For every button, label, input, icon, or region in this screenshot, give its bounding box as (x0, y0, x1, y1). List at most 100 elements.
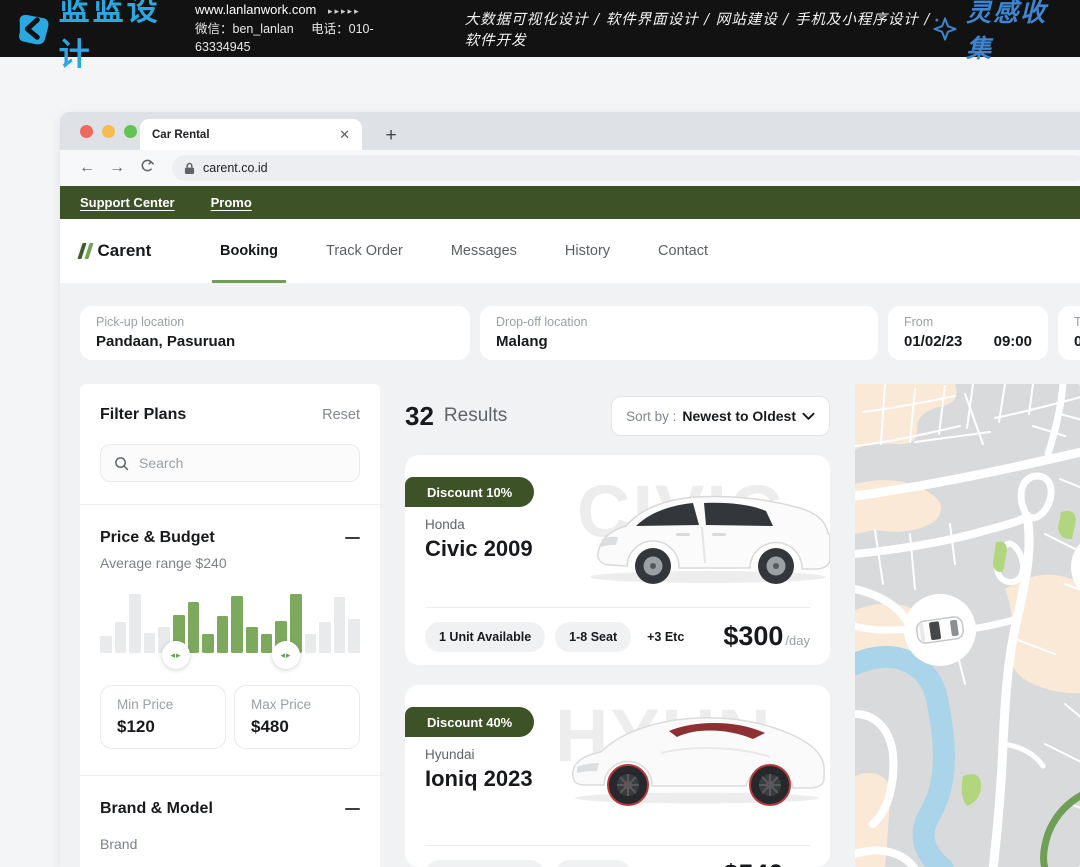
histogram-bar (217, 616, 229, 653)
forward-icon[interactable]: → (104, 159, 130, 177)
histogram-bar (261, 634, 273, 653)
to-date-field[interactable]: T 0 (1058, 306, 1080, 360)
car-card-ioniq[interactable]: HYUN (405, 685, 830, 867)
carent-logo-icon (80, 243, 91, 259)
min-price-field[interactable]: Min Price $120 (100, 685, 226, 749)
url-bar[interactable]: carent.co.id (172, 155, 1080, 181)
results-count: 32 (405, 401, 434, 432)
histogram-bar (129, 594, 141, 653)
car-image-civic (580, 481, 830, 596)
booking-search-row: Pick-up location Pandaan, Pasuruan Drop-… (80, 306, 1080, 360)
lanlan-logo-text: 蓝蓝设计 (59, 0, 177, 74)
filter-search-input[interactable]: Search (100, 444, 360, 482)
sort-prefix: Sort by : (626, 409, 676, 424)
pickup-location-value: Pandaan, Pasuruan (96, 333, 454, 350)
price-value: $300 (723, 621, 783, 652)
from-date-value: 01/02/23 (904, 333, 962, 350)
tab-title: Car Rental (152, 129, 210, 141)
filter-sidebar: Filter Plans Reset Search Price & Bu (80, 384, 380, 867)
pickup-location-label: Pick-up location (96, 315, 454, 329)
browser-toolbar: ← → carent.co.id (60, 150, 1080, 186)
map-car-marker[interactable] (904, 594, 976, 666)
price-budget-title: Price & Budget (100, 529, 215, 547)
car-brand: Honda (425, 517, 465, 532)
carent-brand-name: Carent (98, 241, 152, 261)
browser-window: Car Rental ✕ + ← → carent.co.id Support … (60, 112, 1080, 867)
promo-link[interactable]: Promo (211, 195, 252, 210)
histogram-bar (202, 634, 214, 653)
chevron-down-icon (802, 412, 815, 421)
site-nav: Carent Booking Track Order Messages Hist… (60, 219, 1080, 283)
from-date-field[interactable]: From 01/02/23 09:00 (888, 306, 1048, 360)
filter-search-placeholder: Search (139, 455, 183, 471)
collect-logo: 灵感收集 (932, 0, 1066, 65)
results-column: 32 Results Sort by : Newest to Oldest CI… (405, 384, 830, 867)
histogram-bar (188, 602, 200, 653)
nav-item-history[interactable]: History (563, 219, 612, 283)
dropoff-location-label: Drop-off location (496, 315, 862, 329)
new-tab-button[interactable]: + (378, 125, 404, 147)
promo-banner: 蓝蓝设计 www.lanlanwork.com ▸▸▸▸▸ 微信：ben_lan… (0, 0, 1080, 57)
lock-icon (184, 162, 195, 175)
map-illustration (855, 384, 1080, 867)
discount-badge: Discount 40% (405, 707, 534, 737)
browser-tab[interactable]: Car Rental ✕ (140, 119, 362, 150)
car-card-civic[interactable]: CIVIC (405, 455, 830, 665)
price-histogram (100, 591, 360, 653)
maximize-window-button[interactable] (124, 125, 137, 138)
nav-item-messages[interactable]: Messages (449, 219, 519, 283)
histogram-bar (246, 627, 258, 653)
pickup-location-field[interactable]: Pick-up location Pandaan, Pasuruan (80, 306, 470, 360)
from-date-label: From (904, 315, 1032, 329)
min-price-value: $120 (117, 717, 209, 737)
banner-website: www.lanlanwork.com (195, 2, 316, 17)
url-text: carent.co.id (203, 161, 268, 175)
nav-item-booking[interactable]: Booking (218, 219, 280, 283)
sort-value: Newest to Oldest (682, 408, 796, 424)
units-pill: 1 Unit Available (425, 622, 545, 652)
nav-item-track-order[interactable]: Track Order (324, 219, 405, 283)
reset-button[interactable]: Reset (322, 407, 360, 423)
support-center-link[interactable]: Support Center (80, 195, 175, 210)
histogram-bar (334, 597, 346, 653)
car-model: Civic 2009 (425, 536, 533, 562)
reload-icon[interactable] (134, 158, 160, 178)
dropoff-location-value: Malang (496, 333, 862, 350)
dropoff-location-field[interactable]: Drop-off location Malang (480, 306, 878, 360)
main-row: Filter Plans Reset Search Price & Bu (80, 384, 1080, 867)
nav-item-contact[interactable]: Contact (656, 219, 710, 283)
map-panel[interactable] (855, 384, 1080, 867)
range-handle-min[interactable]: ◂▸ (162, 641, 190, 669)
seats-pill: 1-8 Seat (555, 622, 631, 652)
range-handle-max[interactable]: ◂▸ (272, 641, 300, 669)
to-date-label: T (1074, 315, 1080, 329)
collapse-brand-icon[interactable] (345, 808, 360, 811)
banner-services: 大数据可视化设计 / 软件界面设计 / 网站建设 / 手机及小程序设计 / 软件… (465, 8, 932, 50)
sort-dropdown[interactable]: Sort by : Newest to Oldest (611, 396, 830, 436)
units-pill: 1 Unit Available (425, 860, 545, 867)
site-topbar: Support Center Promo (60, 186, 1080, 219)
minimize-window-button[interactable] (102, 125, 115, 138)
from-time-value: 09:00 (994, 333, 1032, 350)
price-unit: /day (785, 633, 810, 648)
browser-tabbar: Car Rental ✕ + (60, 112, 1080, 150)
back-icon[interactable]: ← (74, 159, 100, 177)
close-window-button[interactable] (80, 125, 93, 138)
carent-logo[interactable]: Carent (80, 241, 218, 261)
lanlan-logo-icon (14, 8, 51, 50)
max-price-field[interactable]: Max Price $480 (234, 685, 360, 749)
histogram-bar (348, 619, 360, 653)
filter-title: Filter Plans (100, 406, 186, 424)
tab-close-icon[interactable]: ✕ (339, 127, 350, 143)
sparkle-star-icon (932, 14, 958, 44)
collapse-price-icon[interactable] (345, 537, 360, 540)
histogram-bar (231, 596, 243, 653)
banner-contact: www.lanlanwork.com ▸▸▸▸▸ 微信：ben_lanlan 电… (195, 0, 413, 57)
nav-items: Booking Track Order Messages History Con… (218, 219, 710, 283)
car-model: Ioniq 2023 (425, 766, 533, 792)
collect-logo-text: 灵感收集 (966, 0, 1060, 65)
discount-badge: Discount 10% (405, 477, 534, 507)
to-date-value: 0 (1074, 333, 1080, 350)
car-brand: Hyundai (425, 747, 475, 762)
max-price-value: $480 (251, 717, 343, 737)
